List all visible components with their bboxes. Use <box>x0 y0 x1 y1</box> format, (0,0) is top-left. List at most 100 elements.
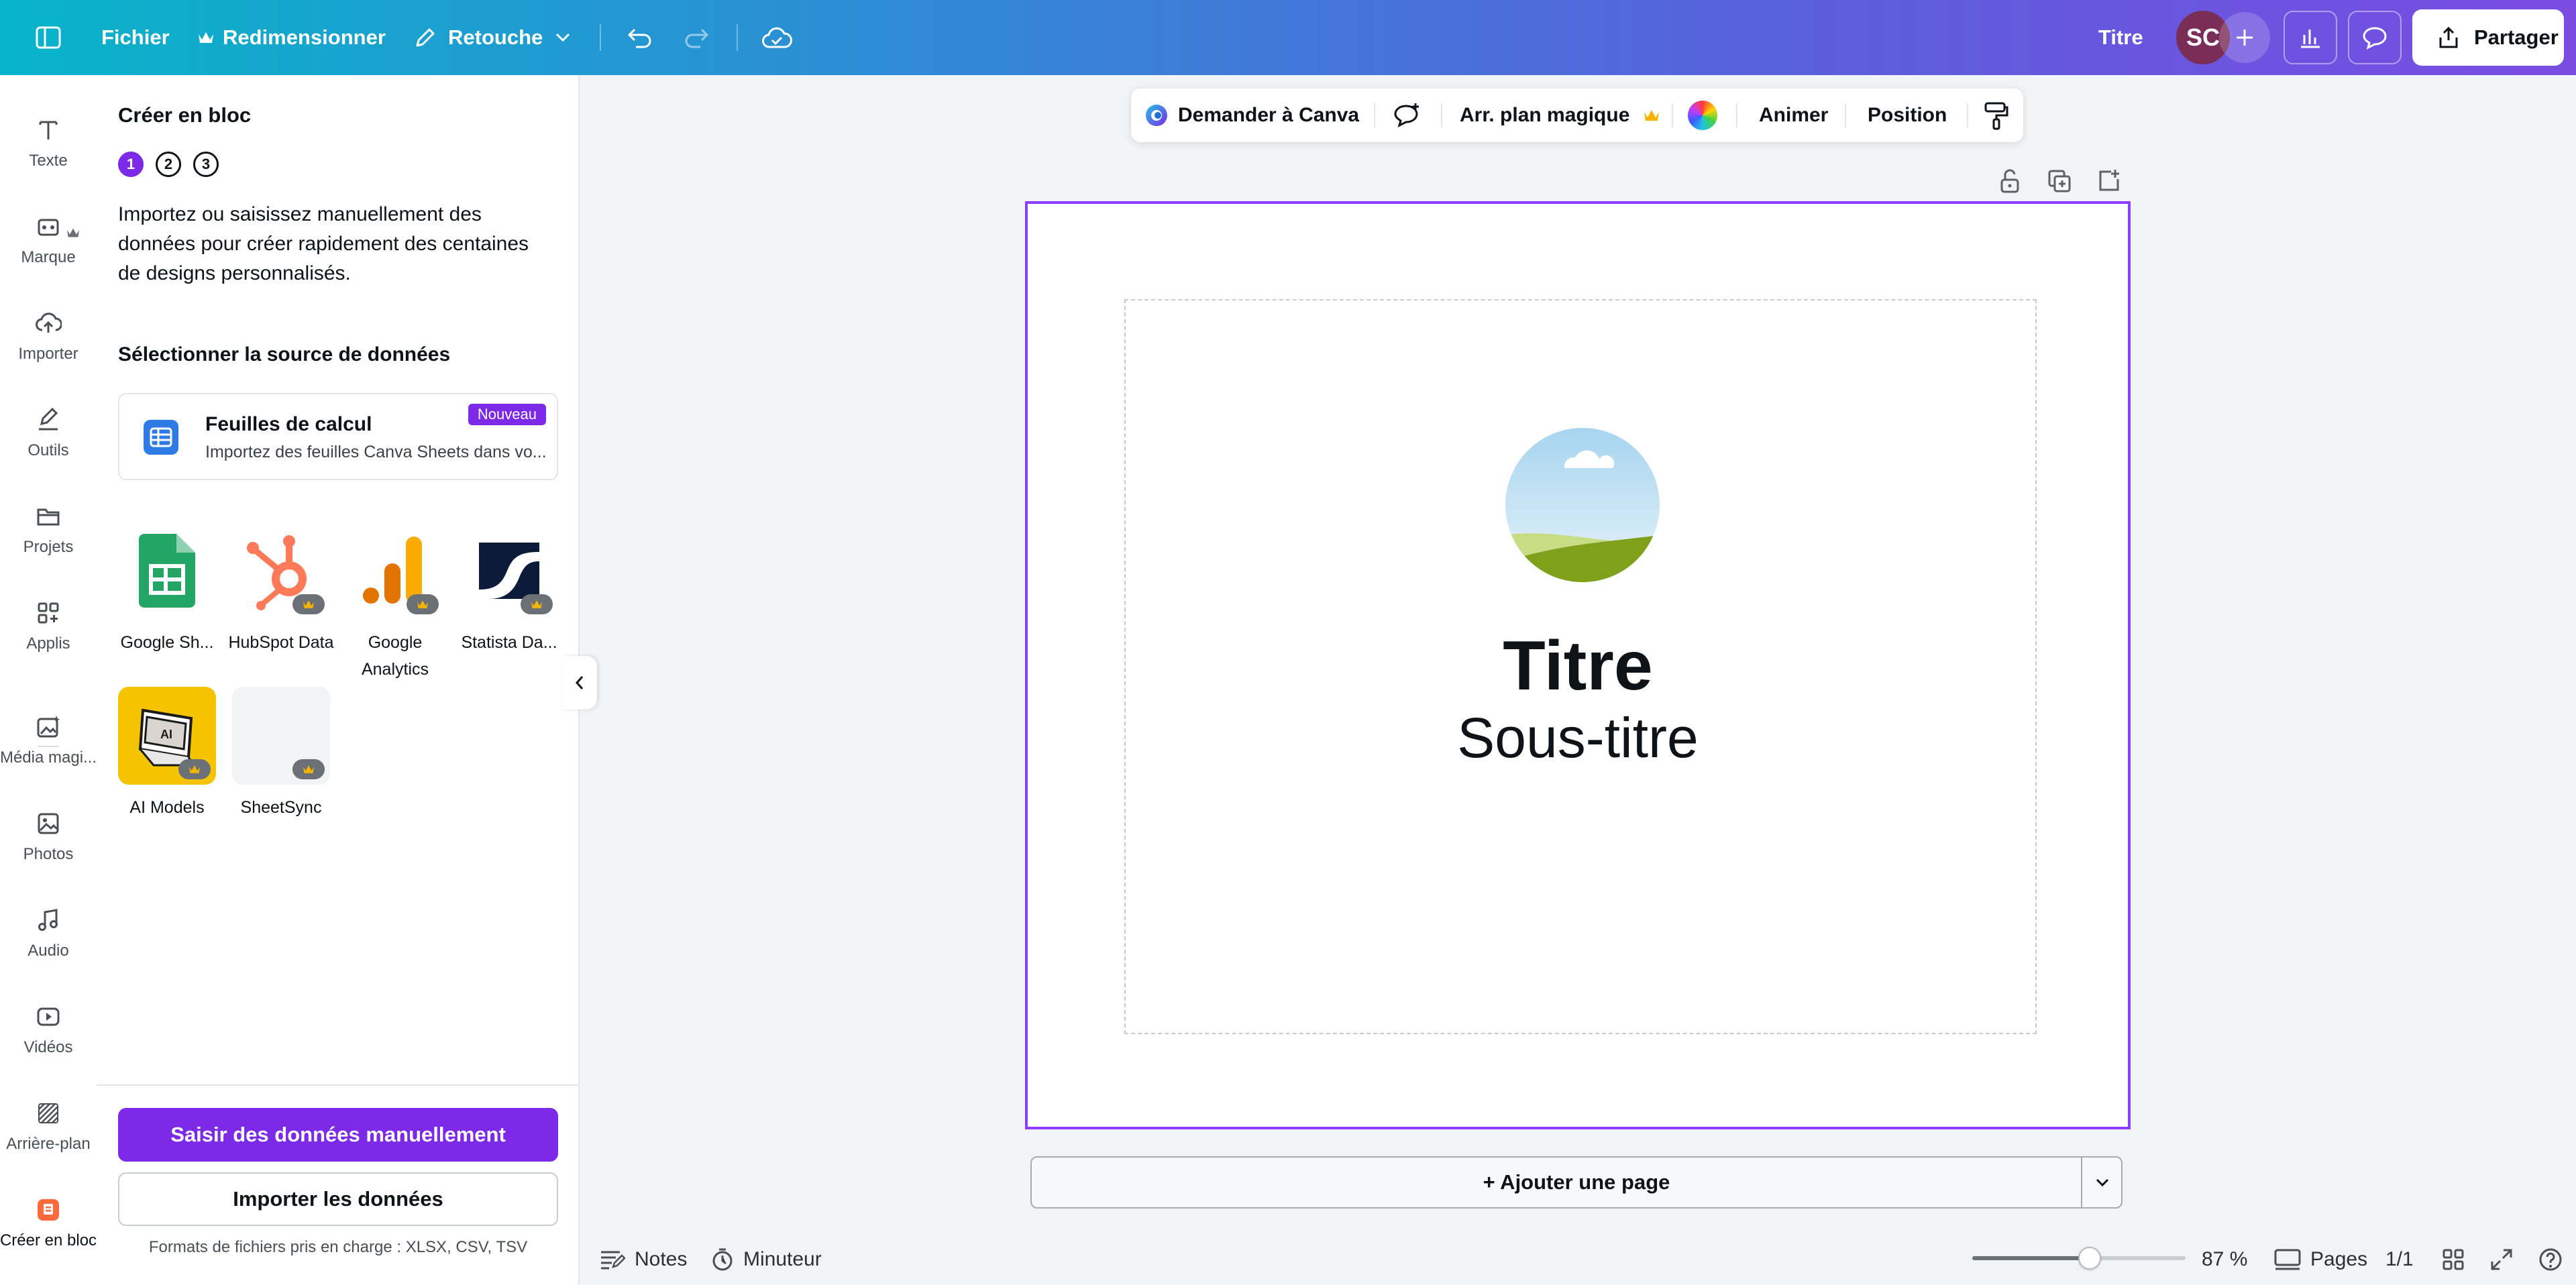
zoom-slider-fill <box>1972 1256 2090 1260</box>
app-ai-models[interactable]: AI AI Models <box>110 687 224 821</box>
share-label: Partager <box>2474 25 2559 49</box>
rail-item-bulk-create[interactable]: Créer en bloc <box>0 1175 97 1262</box>
text-icon <box>39 121 58 139</box>
add-page-button[interactable]: + Ajouter une page <box>1030 1156 2123 1209</box>
ask-canva-button[interactable]: Demander à Canva <box>1144 89 1359 142</box>
share-button[interactable]: Partager <box>2412 9 2564 66</box>
canva-assistant-icon <box>1144 103 1169 127</box>
design-title-text[interactable]: Titre <box>1028 626 2128 706</box>
rail-item-audio[interactable]: Audio <box>0 885 97 972</box>
crown-icon <box>1643 108 1660 123</box>
duplicate-page-icon[interactable] <box>2045 166 2074 196</box>
app-google-analytics[interactable]: Google Analytics <box>338 522 452 683</box>
magic-background-button[interactable]: Arr. plan magique <box>1460 89 1660 142</box>
image-placeholder[interactable] <box>1505 428 1660 582</box>
add-collaborator-button[interactable] <box>2219 12 2270 63</box>
step-2: 2 <box>156 152 181 177</box>
cloud-saved-icon[interactable] <box>761 23 793 52</box>
panel-divider <box>97 1084 578 1086</box>
app-statista[interactable]: Statista Da... <box>452 522 566 656</box>
grid-view-icon[interactable] <box>2442 1234 2465 1285</box>
google-sheets-logo <box>118 522 216 620</box>
page-counter: 1/1 <box>2385 1248 2414 1270</box>
comment-add-button[interactable] <box>1393 89 1422 142</box>
lock-icon[interactable] <box>1995 166 2025 196</box>
notes-label: Notes <box>635 1248 688 1270</box>
toolbar-divider <box>1374 103 1375 127</box>
toolbar-divider <box>1967 103 1968 127</box>
sidebar-toggle-icon[interactable] <box>34 24 63 51</box>
rail-label: Vidéos <box>23 1038 73 1056</box>
ai-models-logo: AI <box>118 687 216 785</box>
edit-mode-dropdown[interactable]: Retouche <box>413 0 571 75</box>
undo-icon[interactable] <box>625 23 655 52</box>
toolbar-divider <box>1672 103 1673 127</box>
rail-item-magic-media[interactable]: Média magi... <box>0 692 97 779</box>
toolbar-divider <box>1845 103 1846 127</box>
pages-label: Pages <box>2310 1248 2368 1270</box>
rail-item-brand[interactable]: Marque <box>0 192 97 279</box>
bulk-create-icon <box>38 1199 59 1221</box>
design-page[interactable]: Titre Sous-titre <box>1025 201 2131 1129</box>
collapse-panel-button[interactable] <box>562 656 597 710</box>
app-label: AI Models <box>129 798 205 817</box>
premium-badge <box>292 594 325 614</box>
color-wheel-icon <box>1688 101 1717 130</box>
chevron-down-icon <box>2095 1178 2110 1187</box>
fullscreen-icon[interactable] <box>2490 1234 2513 1285</box>
position-button[interactable]: Position <box>1868 89 1947 142</box>
sheets-source-card[interactable]: Feuilles de calcul Importez des feuilles… <box>118 393 558 480</box>
animate-button[interactable]: Animer <box>1759 89 1828 142</box>
notes-button[interactable]: Notes <box>600 1234 687 1285</box>
comments-button[interactable] <box>2348 11 2402 64</box>
app-label: HubSpot Data <box>228 633 334 652</box>
redo-icon[interactable] <box>682 23 711 52</box>
rail-item-background[interactable]: Arrière-plan <box>0 1078 97 1166</box>
zoom-slider[interactable] <box>1972 1247 2186 1270</box>
manual-entry-button[interactable]: Saisir des données manuellement <box>118 1108 558 1162</box>
sheetsync-logo <box>232 687 330 785</box>
resize-label: Redimensionner <box>223 25 386 49</box>
rail-item-upload[interactable]: Importer <box>0 288 97 376</box>
rail-label: Audio <box>28 942 69 960</box>
add-page-icon[interactable] <box>2094 166 2124 196</box>
copy-style-button[interactable] <box>1983 89 2010 142</box>
insights-button[interactable] <box>2284 11 2337 64</box>
design-subtitle-text[interactable]: Sous-titre <box>1028 706 2128 771</box>
rail-item-projects[interactable]: Projets <box>0 482 97 569</box>
resize-button[interactable]: Redimensionner <box>197 0 386 75</box>
sheets-icon <box>144 420 178 455</box>
timer-label: Minuteur <box>743 1248 822 1270</box>
app-google-sheets[interactable]: Google Sh... <box>110 522 224 656</box>
pages-button[interactable]: Pages <box>2274 1234 2367 1285</box>
file-menu[interactable]: Fichier <box>101 0 170 75</box>
toolbar-divider <box>600 24 601 51</box>
zoom-slider-handle[interactable] <box>2078 1247 2101 1270</box>
paint-roller-icon <box>1983 101 2010 130</box>
design-title[interactable]: Titre <box>2098 0 2143 75</box>
zoom-level[interactable]: 87 % <box>2202 1234 2247 1285</box>
crown-icon <box>66 205 80 239</box>
magic-background-label: Arr. plan magique <box>1460 104 1630 126</box>
rail-item-draw[interactable]: Outils <box>0 385 97 472</box>
rail-item-text[interactable]: Texte <box>0 95 97 182</box>
app-sheetsync[interactable]: SheetSync <box>224 687 338 821</box>
color-picker-button[interactable] <box>1688 89 1717 142</box>
toolbar-divider <box>1441 103 1442 127</box>
statista-logo <box>460 522 558 620</box>
context-toolbar: Demander à Canva Arr. plan magique Anime… <box>1131 89 2023 142</box>
bar-chart-icon <box>2298 25 2322 50</box>
rail-item-videos[interactable]: Vidéos <box>0 982 97 1069</box>
app-hubspot[interactable]: HubSpot Data <box>224 522 338 656</box>
comment-add-icon <box>1393 102 1422 129</box>
rail-item-photos[interactable]: Photos <box>0 789 97 876</box>
app-label: SheetSync <box>240 798 322 817</box>
add-page-options[interactable] <box>2081 1156 2123 1209</box>
step-3: 3 <box>193 152 219 177</box>
help-icon[interactable] <box>2538 1234 2563 1285</box>
timer-button[interactable]: Minuteur <box>711 1234 822 1285</box>
import-data-button[interactable]: Importer les données <box>118 1172 558 1226</box>
rail-label: Applis <box>26 634 70 653</box>
premium-badge <box>178 759 211 779</box>
rail-item-apps[interactable]: Applis <box>0 578 97 665</box>
